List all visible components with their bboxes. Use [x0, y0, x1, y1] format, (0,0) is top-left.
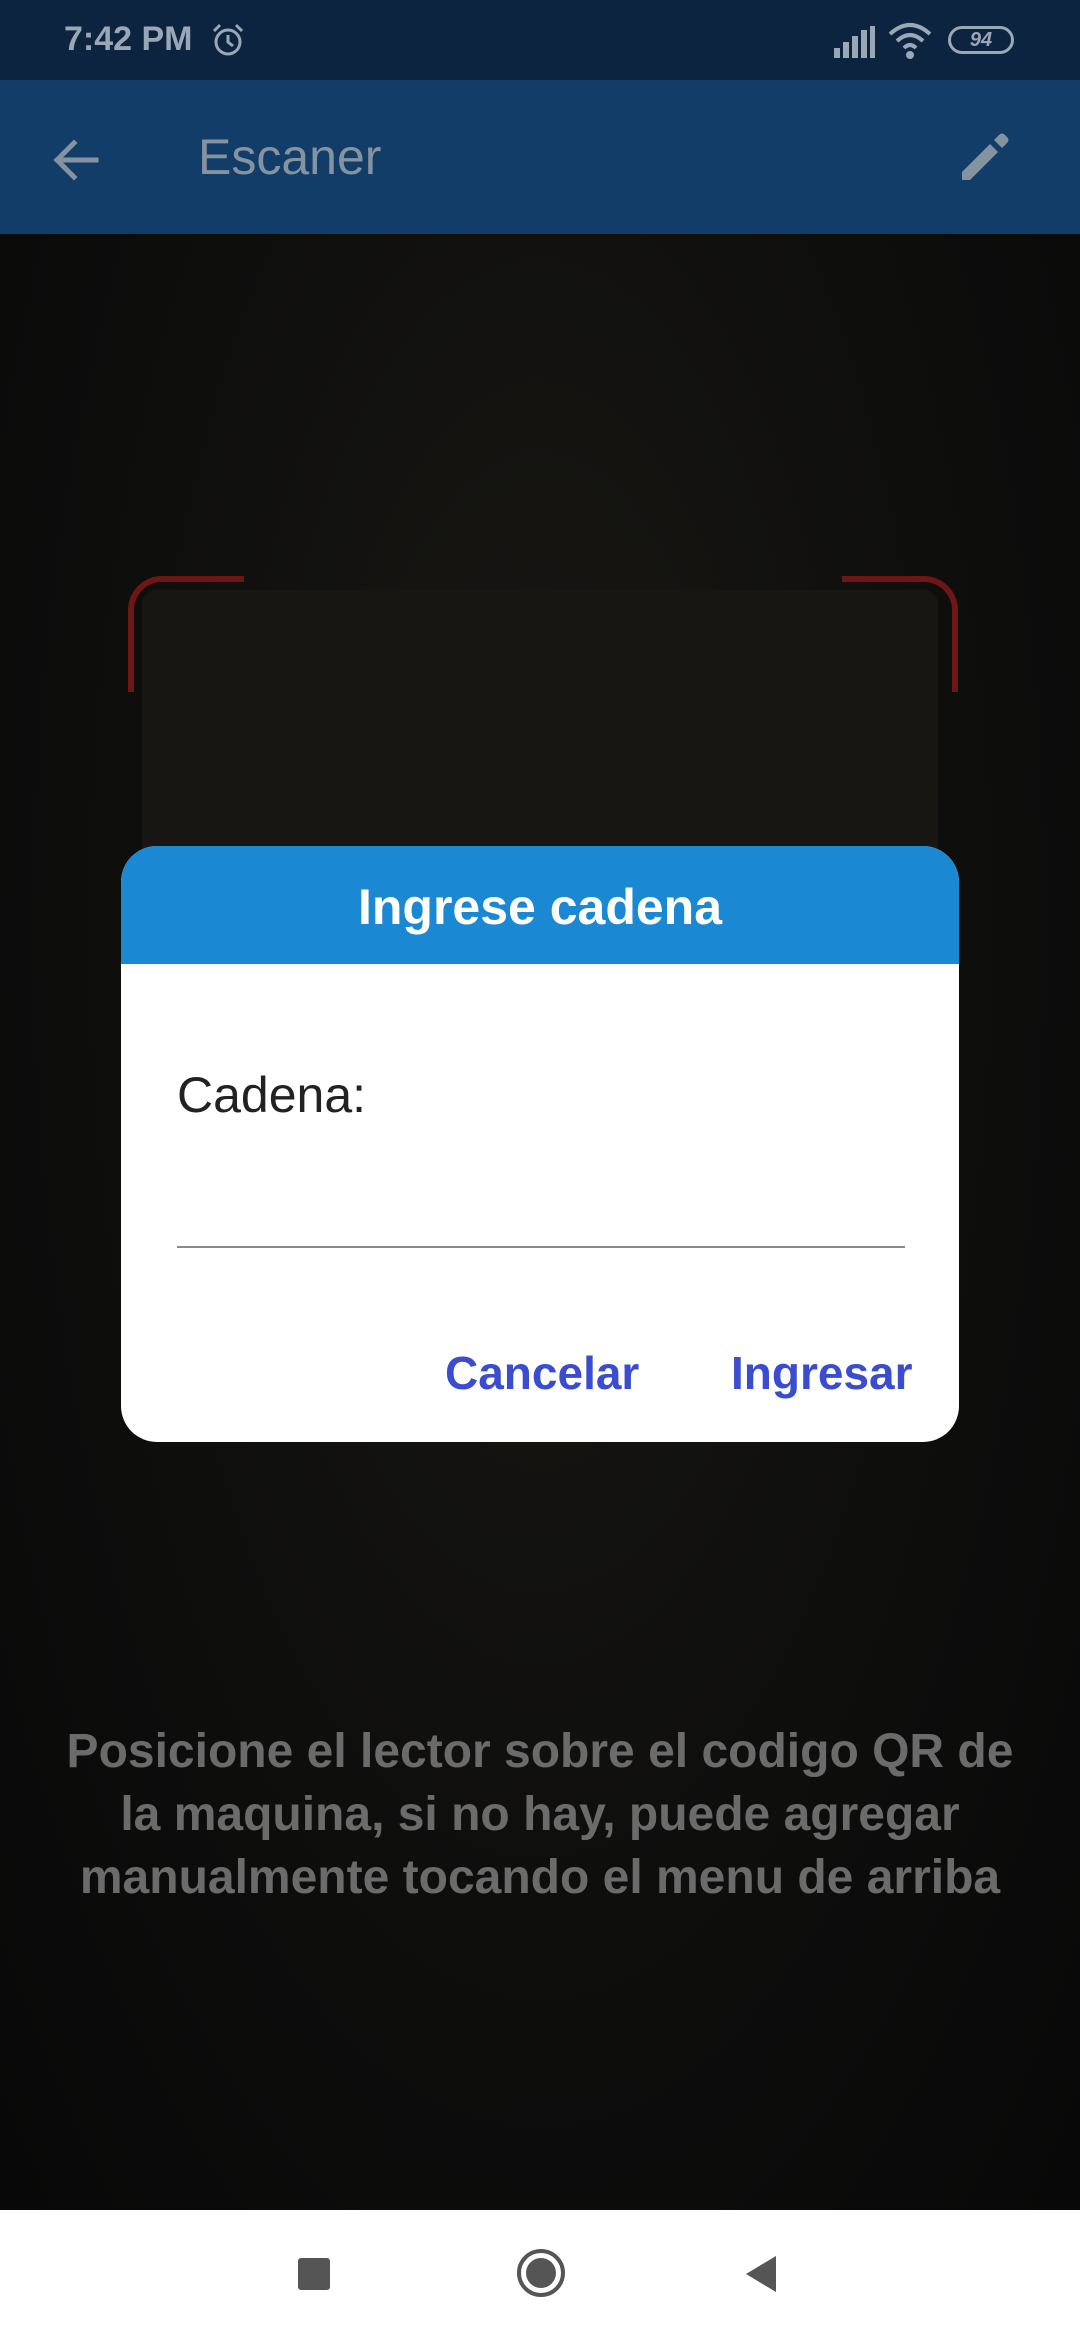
- dialog-title: Ingrese cadena: [357, 879, 723, 935]
- battery-indicator: 94: [948, 26, 1014, 54]
- submit-button[interactable]: Ingresar: [731, 1346, 913, 1400]
- cadena-label: Cadena:: [177, 1067, 367, 1123]
- status-time: 7:42 PM: [64, 20, 193, 58]
- scan-frame-corner-top-left: [128, 576, 244, 692]
- triangle-back-icon[interactable]: [742, 2254, 780, 2294]
- navigation-bar: [0, 2210, 1080, 2340]
- pencil-edit-icon[interactable]: [954, 126, 1016, 188]
- wifi-icon: [888, 23, 932, 59]
- scan-frame-corner-top-right: [842, 576, 958, 692]
- cadena-input[interactable]: [177, 1176, 905, 1248]
- square-recents-icon[interactable]: [298, 2258, 330, 2290]
- page-title: Escaner: [198, 129, 382, 185]
- app-bar: Escaner: [0, 80, 1080, 234]
- arrow-back-icon[interactable]: [46, 130, 106, 190]
- input-dialog: Ingrese cadena Cadena: Cancelar Ingresar: [121, 846, 959, 1442]
- dialog-header: Ingrese cadena: [121, 846, 959, 964]
- cancel-button[interactable]: Cancelar: [445, 1346, 639, 1400]
- alarm-clock-icon: [212, 23, 244, 56]
- circle-home-icon[interactable]: [514, 2246, 568, 2300]
- status-bar: 7:42 PM 94: [0, 0, 1080, 80]
- cell-signal-icon: [834, 26, 875, 58]
- scanner-hint: Posicione el lector sobre el codigo QR d…: [66, 1725, 1014, 1904]
